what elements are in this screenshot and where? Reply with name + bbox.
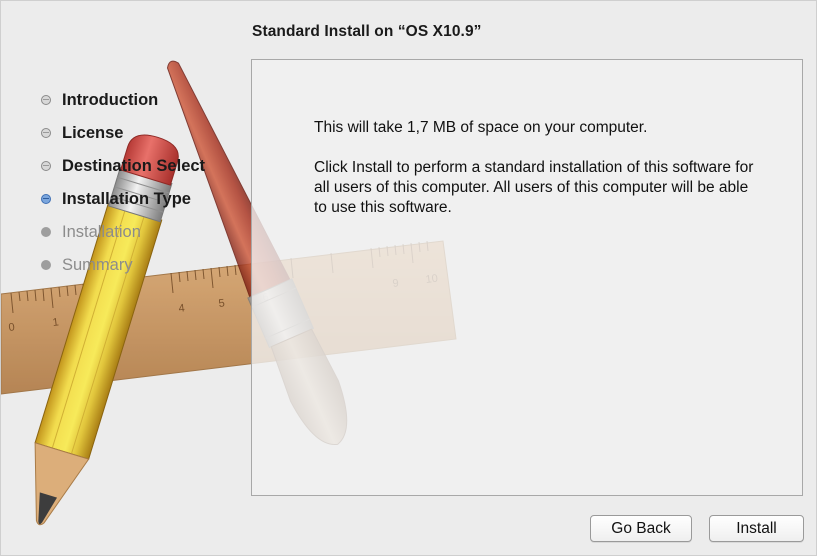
window-title: Standard Install on “OS X10.9” xyxy=(252,23,482,40)
step-installation-type: Installation Type xyxy=(41,188,205,221)
installer-window: 0 1 4 5 6 9 10 xyxy=(0,0,817,556)
step-summary: Summary xyxy=(41,254,205,287)
step-label: Destination Select xyxy=(62,157,206,175)
space-required-text: This will take 1,7 MB of space on your c… xyxy=(314,119,648,136)
go-back-button[interactable]: Go Back xyxy=(590,515,692,542)
step-pending-icon xyxy=(41,260,51,270)
install-instructions-text: Click Install to perform a standard inst… xyxy=(314,159,754,216)
step-destination-select: Destination Select xyxy=(41,155,205,188)
step-pending-icon xyxy=(41,227,51,237)
content-panel: This will take 1,7 MB of space on your c… xyxy=(251,59,803,496)
step-completed-icon xyxy=(41,161,51,171)
step-completed-icon xyxy=(41,95,51,105)
install-button[interactable]: Install xyxy=(709,515,804,542)
step-license: License xyxy=(41,122,205,155)
step-introduction: Introduction xyxy=(41,89,205,122)
step-label: Introduction xyxy=(62,91,159,109)
installer-steps-sidebar: Introduction License Destination Select … xyxy=(41,89,205,287)
install-message: This will take 1,7 MB of space on your c… xyxy=(314,118,754,238)
step-current-icon xyxy=(41,194,51,204)
step-label: Installation xyxy=(62,223,141,241)
step-completed-icon xyxy=(41,128,51,138)
step-installation: Installation xyxy=(41,221,205,254)
step-label: Summary xyxy=(62,256,133,274)
step-label: License xyxy=(62,124,124,142)
step-label: Installation Type xyxy=(62,190,191,208)
